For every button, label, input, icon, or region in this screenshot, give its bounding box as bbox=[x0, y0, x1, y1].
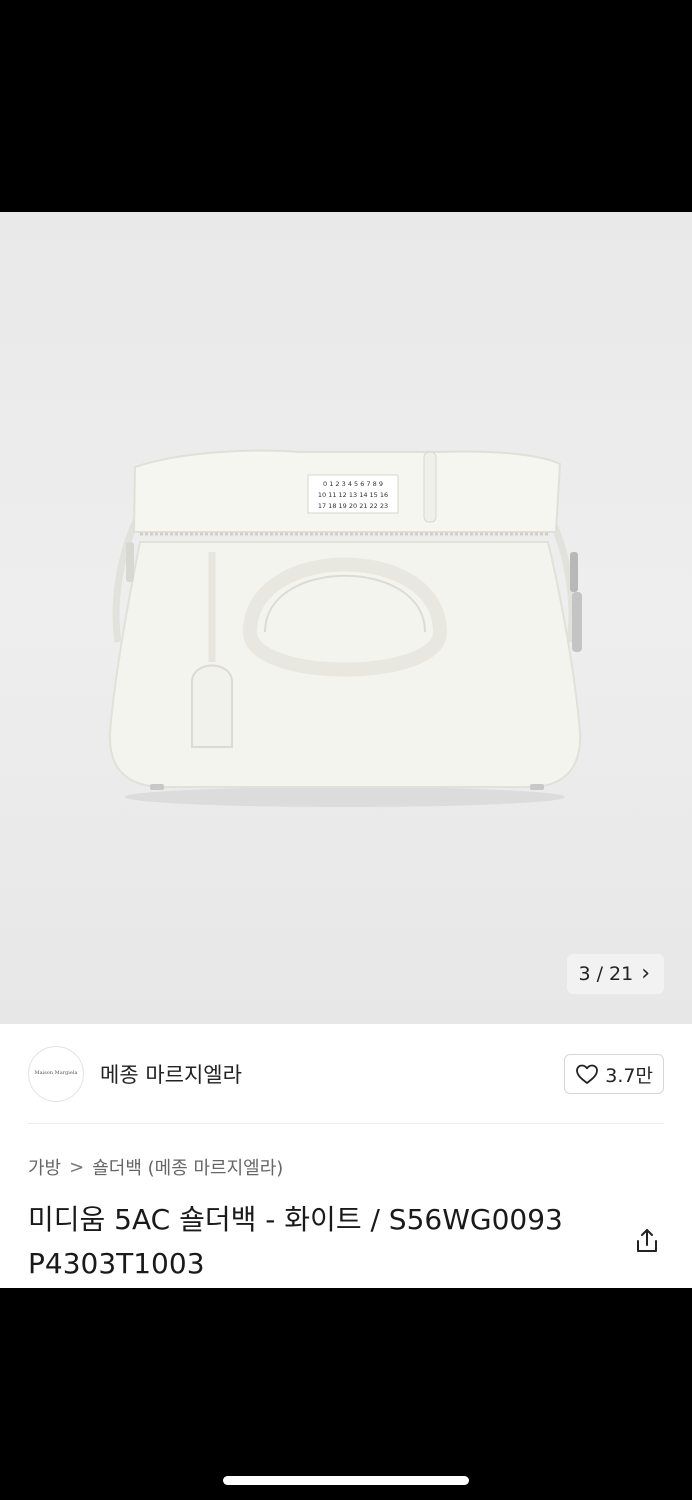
chevron-right-icon: > bbox=[69, 1156, 85, 1178]
like-count: 3.7만 bbox=[605, 1064, 653, 1087]
brand-name[interactable]: 메종 마르지엘라 bbox=[100, 1059, 242, 1089]
share-icon[interactable] bbox=[632, 1226, 662, 1256]
image-pager[interactable]: 3 / 21 › bbox=[566, 954, 664, 994]
heart-outline-icon bbox=[576, 1064, 599, 1084]
home-indicator[interactable] bbox=[223, 1476, 469, 1485]
product-gallery[interactable]: 0 1 2 3 4 5 6 7 8 9 10 11 12 13 14 15 16… bbox=[0, 212, 692, 1024]
bag-label-line-2: 10 11 12 13 14 15 16 bbox=[318, 491, 388, 499]
divider bbox=[28, 1123, 664, 1124]
breadcrumb-category[interactable]: 가방 bbox=[28, 1154, 61, 1180]
product-photo: 0 1 2 3 4 5 6 7 8 9 10 11 12 13 14 15 16… bbox=[108, 449, 582, 807]
breadcrumb: 가방 > 숄더백 (메종 마르지엘라) bbox=[28, 1154, 283, 1180]
bag-label-line-1: 0 1 2 3 4 5 6 7 8 9 bbox=[323, 480, 383, 488]
pager-separator: / bbox=[596, 963, 603, 985]
pager-total: 21 bbox=[609, 963, 634, 985]
brand-logo[interactable]: Maison Margiela bbox=[28, 1046, 84, 1102]
product-title-line-2: P4303T1003 bbox=[28, 1247, 205, 1280]
pager-current: 3 bbox=[578, 963, 591, 985]
bottom-area-black bbox=[0, 1288, 692, 1500]
product-info-panel: Maison Margiela 메종 마르지엘라 3.7만 가방 > 숄더백 (… bbox=[0, 1024, 692, 1288]
like-button[interactable]: 3.7만 bbox=[564, 1054, 664, 1094]
brand-row[interactable]: Maison Margiela 메종 마르지엘라 3.7만 bbox=[28, 1044, 664, 1104]
breadcrumb-subcategory[interactable]: 숄더백 (메종 마르지엘라) bbox=[92, 1154, 283, 1180]
status-area-black bbox=[0, 0, 692, 212]
brand-logo-text: Maison Margiela bbox=[34, 1070, 78, 1077]
bag-label-line-3: 17 18 19 20 21 22 23 bbox=[318, 502, 388, 510]
chevron-right-icon[interactable]: › bbox=[641, 963, 650, 985]
product-title-line-1: 미디움 5AC 숄더백 - 화이트 / S56WG0093 bbox=[28, 1203, 563, 1236]
product-title: 미디움 5AC 숄더백 - 화이트 / S56WG0093 P4303T1003 bbox=[28, 1198, 608, 1286]
